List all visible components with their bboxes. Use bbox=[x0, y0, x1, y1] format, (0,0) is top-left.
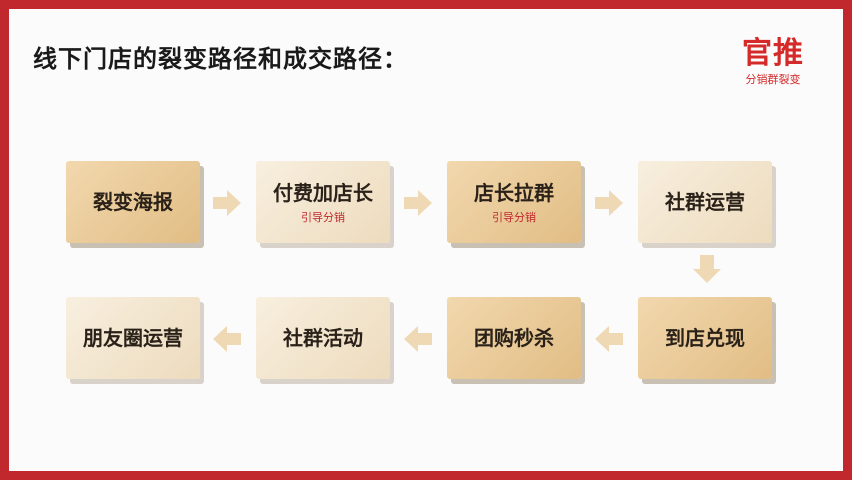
step-label: 店长拉群 bbox=[474, 180, 554, 205]
step-label: 社群运营 bbox=[665, 190, 745, 214]
step-sublabel: 引导分销 bbox=[492, 210, 536, 224]
logo-sub-text: 分销群裂变 bbox=[745, 73, 801, 86]
step-fission-poster: 裂变海报 bbox=[66, 161, 200, 243]
step-manager-creates-group: 店长拉群 引导分销 bbox=[447, 161, 581, 243]
arrow-right-icon bbox=[213, 190, 241, 216]
arrow-right-icon bbox=[595, 190, 623, 216]
step-label: 朋友圈运营 bbox=[83, 326, 183, 350]
step-moments-operation: 朋友圈运营 bbox=[66, 297, 200, 379]
arrow-left-icon bbox=[595, 326, 623, 352]
step-in-store-redemption: 到店兑现 bbox=[638, 297, 772, 379]
arrow-down-icon bbox=[693, 255, 721, 283]
logo-main-text: 官推 bbox=[742, 36, 804, 71]
step-label: 付费加店长 bbox=[273, 180, 373, 205]
step-paid-add-manager: 付费加店长 引导分销 bbox=[256, 161, 390, 243]
step-group-buy-flash-sale: 团购秒杀 bbox=[447, 297, 581, 379]
arrow-left-icon bbox=[404, 326, 432, 352]
step-sublabel: 引导分销 bbox=[301, 210, 345, 224]
slide-title: 线下门店的裂变路径和成交路径： bbox=[33, 45, 408, 73]
step-community-activity: 社群活动 bbox=[256, 297, 390, 379]
arrow-right-icon bbox=[404, 190, 432, 216]
step-label: 社群活动 bbox=[283, 326, 363, 350]
step-label: 团购秒杀 bbox=[474, 326, 554, 350]
logo: 官推 分销群裂变 bbox=[731, 37, 815, 87]
step-community-operation: 社群运营 bbox=[638, 161, 772, 243]
step-label: 裂变海报 bbox=[93, 190, 173, 214]
step-label: 到店兑现 bbox=[665, 326, 745, 350]
arrow-left-icon bbox=[213, 326, 241, 352]
